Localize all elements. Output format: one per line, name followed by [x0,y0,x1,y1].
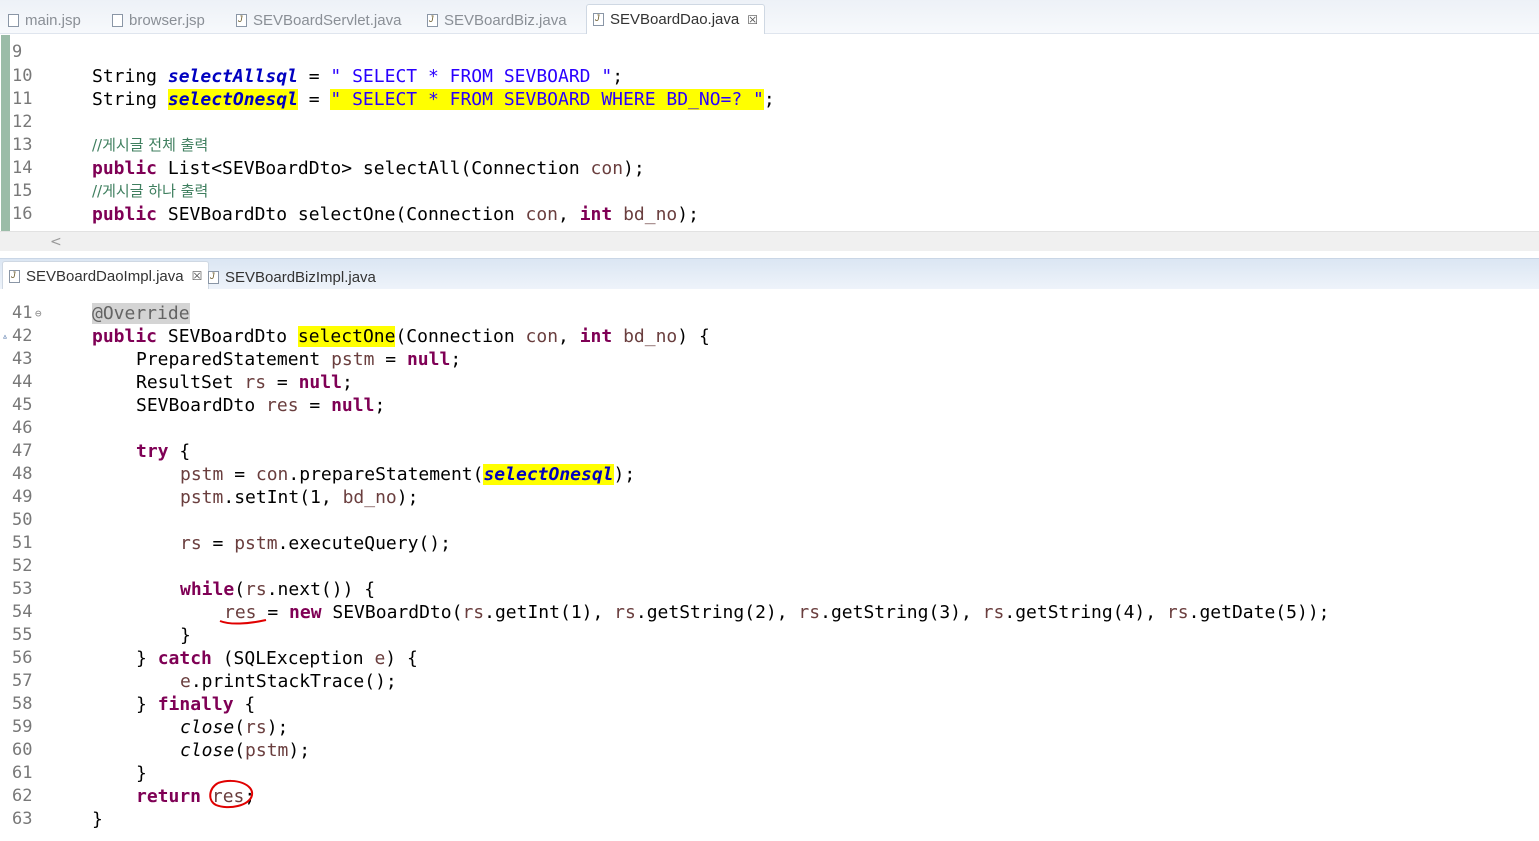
jsp-file-icon [112,13,123,27]
top-editor-tabbar: main.jsp browser.jsp SEVBoardServlet.jav… [0,0,1539,34]
tab-sevboardservlet-java[interactable]: SEVBoardServlet.java [236,8,401,32]
java-file-icon [208,270,219,284]
red-circle-markup [209,779,254,809]
tab-label: SEVBoardServlet.java [253,11,402,29]
jsp-file-icon [8,13,19,27]
close-icon[interactable]: ☒ [192,269,203,283]
top-code-editor[interactable]: 9 10 String selectAllsql = " SELECT * FRO… [0,35,1539,231]
tab-main-jsp[interactable]: main.jsp [8,8,81,32]
override-marker-icon: ▵ [2,331,9,342]
editor-divider [0,251,1539,258]
tab-browser-jsp[interactable]: browser.jsp [112,8,205,32]
tab-sevboarddaoimpl-java[interactable]: SEVBoardDaoImpl.java ☒ [2,261,210,290]
fold-icon[interactable]: ⊖ [35,302,42,325]
java-file-icon [236,13,247,27]
tab-label: browser.jsp [129,11,205,29]
tab-label: SEVBoardBiz.java [444,11,567,29]
tab-label: SEVBoardDao.java [610,11,740,28]
tab-label: SEVBoardDaoImpl.java [26,267,184,285]
tab-label: main.jsp [25,11,81,29]
java-file-icon [9,269,20,283]
scroll-left-icon[interactable]: < [50,232,62,252]
bottom-editor-tabbar: SEVBoardDaoImpl.java ☒ SEVBoardBizImpl.j… [0,258,1539,290]
highlighted-string: " SELECT * FROM SEVBOARD WHERE BD_NO=? " [330,89,764,110]
red-underline-markup [219,619,267,625]
java-file-icon [427,13,438,27]
change-ruler [0,35,12,231]
java-file-icon [593,13,604,26]
tab-label: SEVBoardBizImpl.java [225,268,376,286]
tab-sevboarddao-java[interactable]: SEVBoardDao.java ☒ [586,4,766,34]
highlighted-method: selectOne [297,326,396,347]
highlighted-field: selectOnesql [483,464,614,485]
horizontal-scrollbar[interactable]: < [0,231,1539,252]
tab-sevboardbizimpl-java[interactable]: SEVBoardBizImpl.java [208,265,376,289]
highlighted-field: selectOnesql [167,89,298,110]
bottom-code-editor[interactable]: 41 ⊖ @Override ▵ 42 public SEVBoardDto selec… [0,289,1539,841]
tab-sevboardbiz-java[interactable]: SEVBoardBiz.java [427,8,567,32]
close-icon[interactable]: ☒ [747,13,758,27]
